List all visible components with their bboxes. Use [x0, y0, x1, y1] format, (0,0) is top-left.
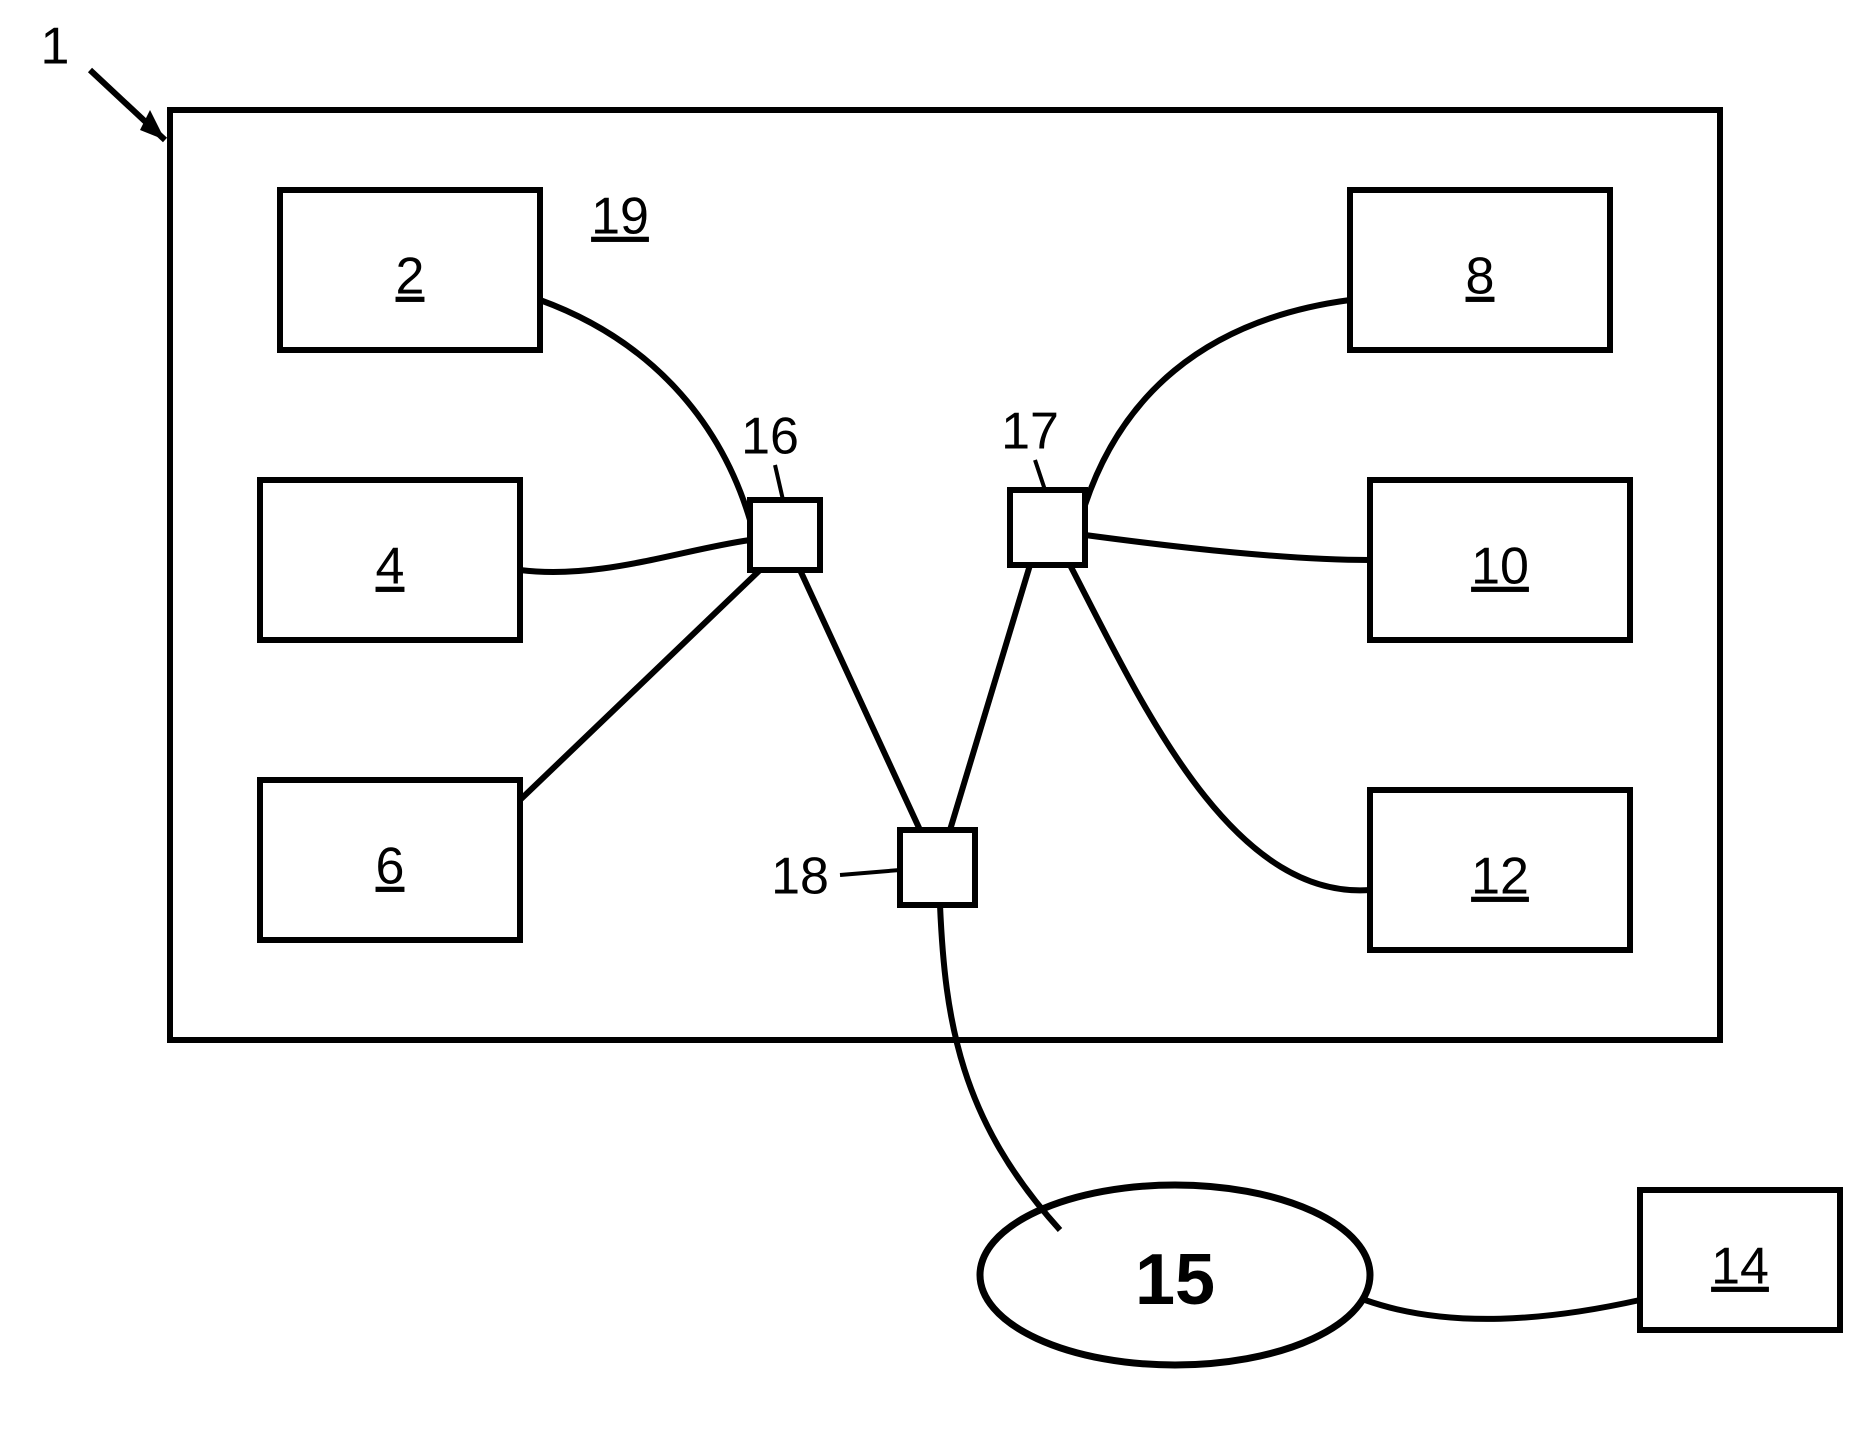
- figure-pointer: 1: [41, 18, 165, 140]
- box-4-label: 4: [376, 538, 405, 596]
- frame-label-19: 19: [591, 188, 649, 246]
- oval-15-label: 15: [1135, 1240, 1215, 1320]
- box-8-label: 8: [1466, 248, 1495, 306]
- junction-18-label: 18: [771, 848, 829, 906]
- link-18-15: [940, 905, 1060, 1230]
- link-4-16: [520, 540, 750, 572]
- junction-16-label: 16: [741, 408, 799, 466]
- box-2-label: 2: [396, 248, 425, 306]
- figure-canvas: 1 19 2 4 6 8 10 12 16 17: [0, 0, 1859, 1445]
- box-8: 8: [1350, 190, 1610, 350]
- link-2-16: [540, 300, 750, 520]
- link-15-14: [1365, 1300, 1640, 1319]
- link-17-18: [950, 565, 1030, 830]
- junction-16: 16: [741, 408, 820, 570]
- figure-label-1: 1: [41, 18, 70, 76]
- junction-17-label: 17: [1001, 403, 1059, 461]
- box-6: 6: [260, 780, 520, 940]
- link-12-17: [1070, 565, 1370, 890]
- box-14: 14: [1640, 1190, 1840, 1330]
- junction-18: 18: [771, 830, 975, 906]
- oval-15: 15: [980, 1185, 1370, 1365]
- link-16-18: [800, 570, 920, 830]
- link-10-17: [1085, 535, 1370, 560]
- junction-17: 17: [1001, 403, 1085, 565]
- box-10: 10: [1370, 480, 1630, 640]
- box-6-label: 6: [376, 838, 405, 896]
- link-8-17: [1085, 300, 1350, 505]
- box-14-label: 14: [1711, 1238, 1769, 1296]
- box-2: 2: [280, 190, 540, 350]
- box-12-label: 12: [1471, 848, 1529, 906]
- link-6-16: [520, 570, 760, 800]
- box-10-label: 10: [1471, 538, 1529, 596]
- box-4: 4: [260, 480, 520, 640]
- box-12: 12: [1370, 790, 1630, 950]
